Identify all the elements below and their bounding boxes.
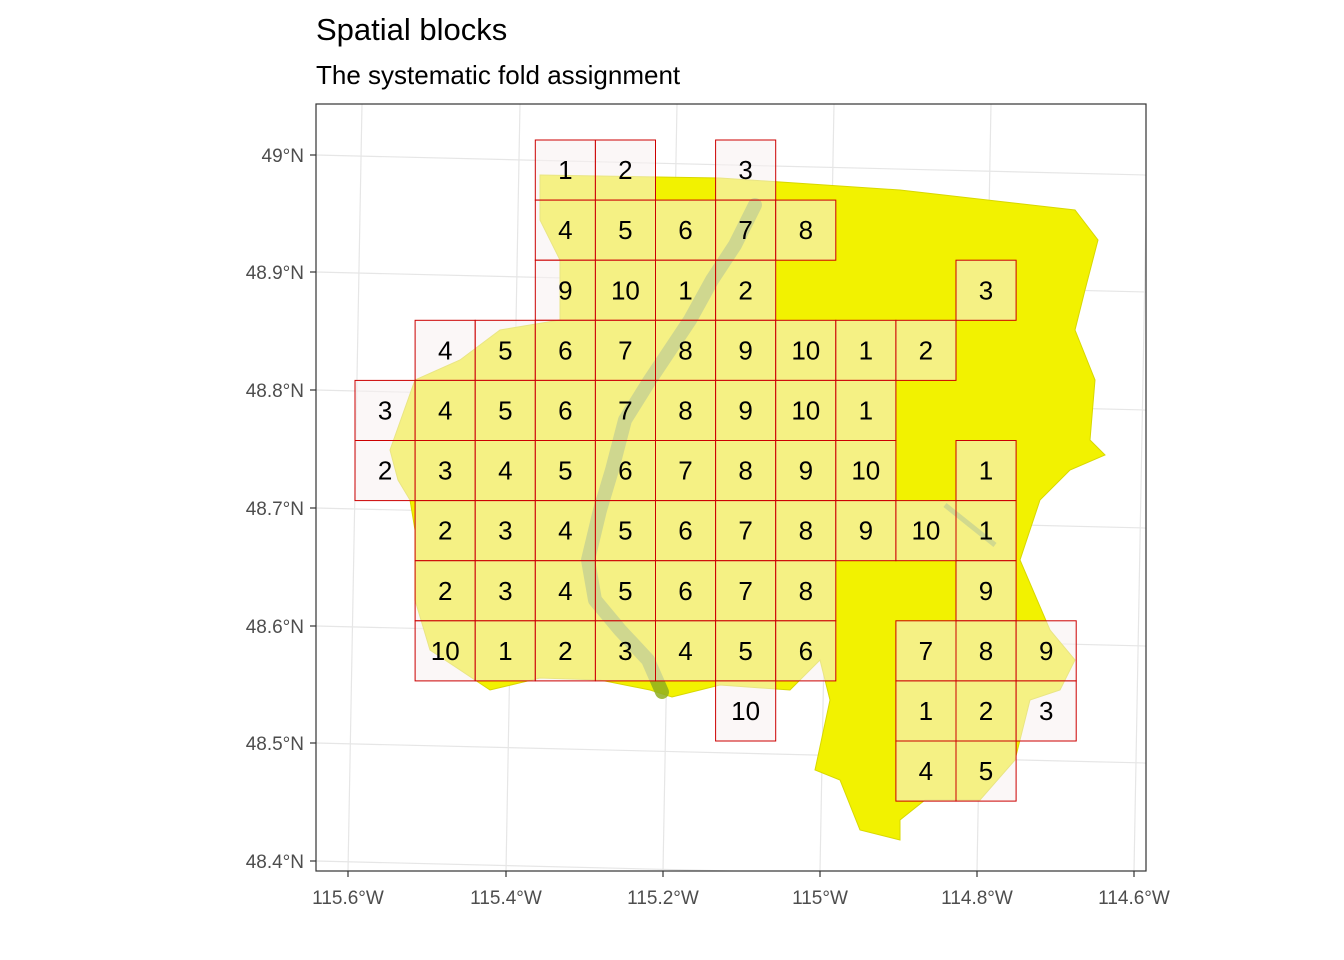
block-fold-label: 6: [678, 215, 692, 245]
block-fold-label: 7: [738, 516, 752, 546]
block-fold-label: 1: [558, 155, 572, 185]
block-fold-label: 2: [919, 335, 933, 365]
block-fold-label: 8: [678, 395, 692, 425]
y-tick-label: 48.5°N: [246, 734, 304, 755]
y-tick-label: 48.8°N: [246, 381, 304, 402]
x-tick-label: 114.8°W: [941, 888, 1013, 909]
block-fold-label: 4: [558, 516, 572, 546]
block-fold-label: 1: [979, 516, 993, 546]
block-fold-label: 8: [738, 456, 752, 486]
block-fold-label: 2: [438, 576, 452, 606]
block-fold-label: 1: [859, 395, 873, 425]
block-fold-label: 10: [431, 636, 460, 666]
y-tick-label: 48.9°N: [246, 263, 304, 284]
block-fold-label: 2: [558, 636, 572, 666]
block-fold-label: 5: [618, 215, 632, 245]
block-fold-label: 3: [738, 155, 752, 185]
block-fold-label: 6: [678, 516, 692, 546]
block-fold-label: 3: [979, 275, 993, 305]
x-axis-ticks: [347, 871, 1135, 877]
block-fold-label: 10: [791, 395, 820, 425]
block-fold-label: 8: [678, 335, 692, 365]
y-tick-label: 48.4°N: [246, 852, 304, 873]
y-tick-label: 49°N: [262, 146, 304, 167]
block-fold-label: 8: [799, 516, 813, 546]
block-fold-label: 5: [738, 636, 752, 666]
block-fold-label: 6: [678, 576, 692, 606]
block-fold-label: 9: [859, 516, 873, 546]
block-fold-label: 9: [1039, 636, 1053, 666]
block-fold-label: 5: [618, 516, 632, 546]
y-tick-label: 48.6°N: [246, 617, 304, 638]
block-fold-label: 5: [498, 335, 512, 365]
block-fold-label: 4: [919, 756, 933, 786]
block-fold-label: 1: [979, 456, 993, 486]
block-fold-label: 3: [498, 516, 512, 546]
block-fold-label: 8: [799, 576, 813, 606]
block-fold-label: 2: [979, 696, 993, 726]
block-fold-label: 6: [558, 395, 572, 425]
block-fold-label: 6: [558, 335, 572, 365]
block-fold-label: 6: [799, 636, 813, 666]
block-fold-label: 5: [979, 756, 993, 786]
block-fold-label: 8: [979, 636, 993, 666]
block-fold-label: 9: [738, 395, 752, 425]
block-fold-label: 4: [558, 576, 572, 606]
block-fold-label: 7: [618, 335, 632, 365]
block-fold-label: 1: [498, 636, 512, 666]
x-tick-label: 114.6°W: [1098, 888, 1170, 909]
block-fold-label: 2: [738, 275, 752, 305]
map-plot: 1 2 3 4 5 6 7 8 9 10 1 2 3 4 5 6 7 8 9 10 1 2 3 4 5 6 7 8 9 10 1 2 3 4 5 6 7…: [246, 103, 1170, 909]
block-fold-label: 10: [851, 456, 880, 486]
x-tick-label: 115°W: [792, 888, 848, 909]
block-fold-label: 2: [378, 456, 392, 486]
block-fold-label: 4: [438, 395, 452, 425]
block-fold-label: 10: [611, 275, 640, 305]
block-fold-label: 3: [618, 636, 632, 666]
block-fold-label: 2: [618, 155, 632, 185]
block-fold-label: 6: [618, 456, 632, 486]
block-fold-label: 3: [1039, 696, 1053, 726]
block-fold-label: 8: [799, 215, 813, 245]
block-fold-label: 5: [498, 395, 512, 425]
block-fold-label: 10: [731, 696, 760, 726]
x-tick-label: 115.6°W: [312, 888, 384, 909]
block-fold-label: 7: [738, 576, 752, 606]
block-fold-label: 10: [911, 516, 940, 546]
block-fold-label: 9: [799, 456, 813, 486]
block-fold-label: 4: [498, 456, 512, 486]
block-fold-label: 9: [738, 335, 752, 365]
block-fold-label: 1: [859, 335, 873, 365]
block-fold-label: 7: [618, 395, 632, 425]
block-fold-label: 5: [558, 456, 572, 486]
block-fold-label: 4: [438, 335, 452, 365]
x-axis-labels: 115.6°W 115.4°W 115.2°W 115°W 114.8°W 11…: [312, 888, 1170, 909]
block-fold-label: 7: [919, 636, 933, 666]
block-fold-label: 7: [678, 456, 692, 486]
block-fold-label: 7: [738, 215, 752, 245]
block-fold-label: 4: [678, 636, 692, 666]
y-axis-labels: 49°N 48.9°N 48.8°N 48.7°N 48.6°N 48.5°N …: [246, 146, 304, 873]
x-tick-label: 115.2°W: [627, 888, 699, 909]
block-fold-label: 5: [618, 576, 632, 606]
y-tick-label: 48.7°N: [246, 499, 304, 520]
block-fold-label: 9: [979, 576, 993, 606]
block-fold-label: 2: [438, 516, 452, 546]
block-fold-label: 3: [498, 576, 512, 606]
y-axis-ticks: [310, 154, 316, 862]
block-fold-label: 1: [919, 696, 933, 726]
block-fold-label: 10: [791, 335, 820, 365]
block-fold-label: 3: [378, 395, 392, 425]
block-fold-label: 9: [558, 275, 572, 305]
block-fold-label: 3: [438, 456, 452, 486]
block-fold-label: 4: [558, 215, 572, 245]
x-tick-label: 115.4°W: [470, 888, 542, 909]
block-fold-label: 1: [678, 275, 692, 305]
